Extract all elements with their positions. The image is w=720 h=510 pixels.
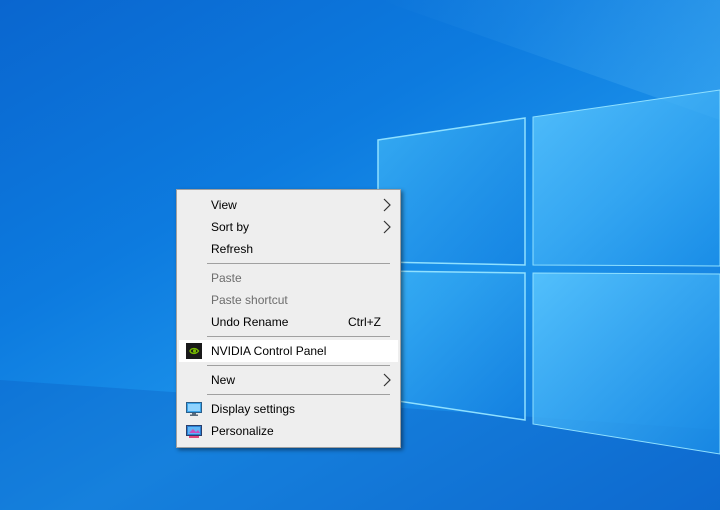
menu-item-sort-by-label: Sort by [211, 220, 250, 234]
menu-item-paste-shortcut-label: Paste shortcut [211, 293, 288, 307]
menu-item-nvidia-control-panel[interactable]: NVIDIA Control Panel [179, 340, 398, 362]
menu-item-view-label: View [211, 198, 237, 212]
menu-item-paste-label: Paste [211, 271, 242, 285]
menu-item-new-label: New [211, 373, 236, 387]
menu-item-refresh[interactable]: Refresh [177, 238, 400, 260]
undo-shortcut-label: Ctrl+Z [348, 315, 381, 329]
menu-item-nvidia-label: NVIDIA Control Panel [211, 344, 327, 358]
personalize-icon [186, 425, 202, 438]
menu-item-sort-by[interactable]: Sort by [177, 216, 400, 238]
menu-item-refresh-label: Refresh [211, 242, 254, 256]
menu-item-view[interactable]: View [177, 194, 400, 216]
menu-item-display-settings[interactable]: Display settings [177, 398, 400, 420]
menu-item-undo-rename[interactable]: Undo Rename Ctrl+Z [177, 311, 400, 333]
menu-item-paste[interactable]: Paste [177, 267, 400, 289]
menu-separator [207, 394, 390, 395]
menu-item-personalize[interactable]: Personalize [177, 420, 400, 442]
nvidia-icon [186, 343, 202, 359]
menu-item-personalize-label: Personalize [211, 424, 274, 438]
menu-item-paste-shortcut[interactable]: Paste shortcut [177, 289, 400, 311]
menu-item-undo-rename-label: Undo Rename [211, 315, 289, 329]
submenu-arrow-icon [383, 220, 391, 234]
menu-item-new[interactable]: New [177, 369, 400, 391]
desktop-context-menu: View Sort by Refresh Paste Paste shortcu… [176, 189, 401, 448]
menu-item-display-settings-label: Display settings [211, 402, 296, 416]
desktop[interactable]: View Sort by Refresh Paste Paste shortcu… [0, 0, 720, 510]
display-settings-icon [186, 402, 202, 416]
menu-separator [207, 336, 390, 337]
menu-separator [207, 365, 390, 366]
submenu-arrow-icon [383, 373, 391, 387]
submenu-arrow-icon [383, 198, 391, 212]
menu-separator [207, 263, 390, 264]
